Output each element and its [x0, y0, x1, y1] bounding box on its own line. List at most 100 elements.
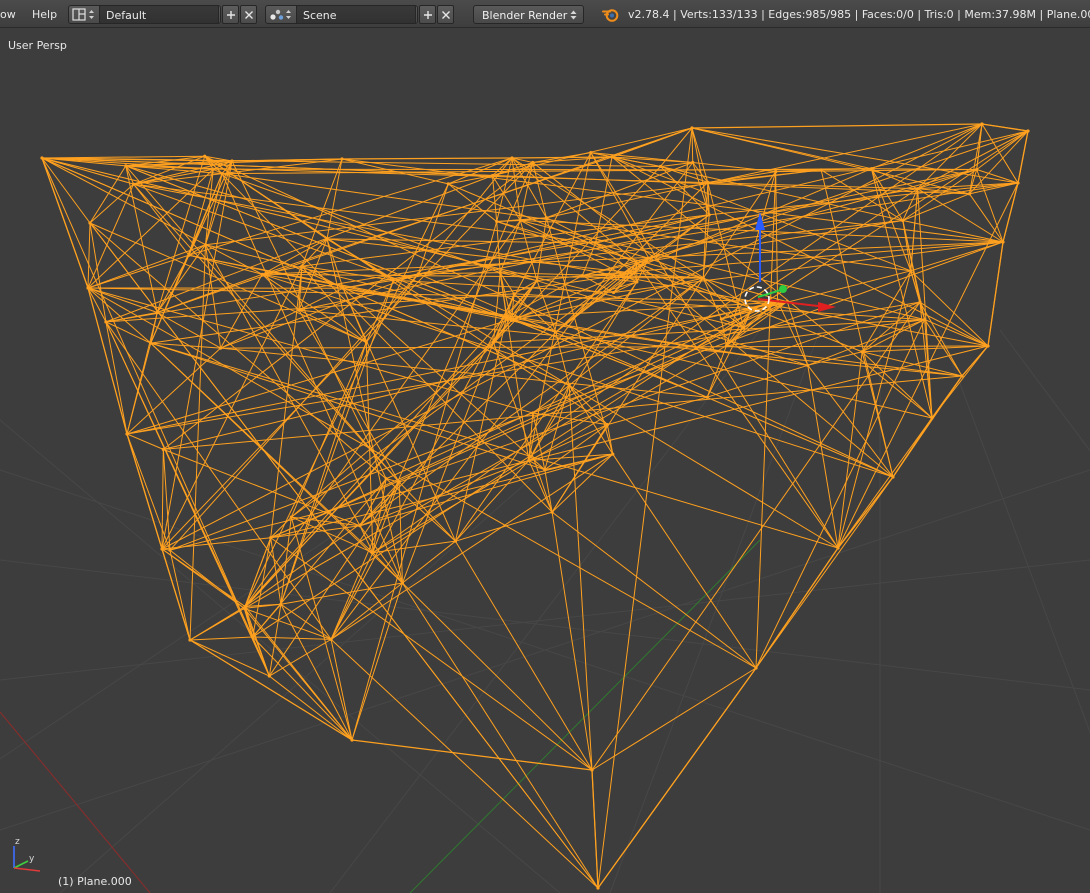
mesh-edge	[280, 604, 353, 741]
mesh-vertex	[719, 317, 723, 321]
mesh-vertex	[512, 292, 516, 296]
mesh-vertex	[554, 330, 558, 334]
mesh-edge	[341, 157, 513, 160]
mesh-edge	[861, 351, 933, 419]
screen-layout-name-field[interactable]: Default	[99, 5, 219, 24]
mesh-edge	[755, 319, 926, 669]
mesh-edge	[837, 351, 863, 549]
mesh-edge	[455, 511, 553, 542]
mesh-edge	[326, 238, 839, 549]
render-engine-label: Blender Render	[482, 9, 568, 22]
mesh-vertex	[211, 167, 215, 171]
mesh-edge	[755, 476, 894, 669]
mesh-vertex	[40, 156, 44, 160]
menu-help[interactable]: Help	[32, 8, 57, 21]
mesh-vertex	[1026, 129, 1030, 133]
mesh-edge	[532, 241, 1004, 414]
mesh-vertex	[960, 374, 964, 378]
mesh-edge	[87, 222, 91, 289]
mesh-vertex	[230, 159, 234, 163]
mesh-vertex	[160, 547, 164, 551]
mesh-edge	[551, 512, 593, 771]
mesh-vertex	[269, 536, 273, 540]
mesh-edge	[87, 287, 757, 669]
mesh-vertex	[707, 213, 711, 217]
blender-logo-icon[interactable]	[602, 7, 620, 22]
mesh-edge	[270, 537, 593, 771]
mesh-vertex	[593, 241, 598, 245]
mesh-edge	[330, 453, 614, 640]
mesh-vertex	[836, 546, 840, 550]
mesh-vertex	[124, 164, 128, 168]
delete-screen-button[interactable]	[240, 5, 257, 24]
mesh-edge	[87, 287, 158, 314]
mesh-edge	[597, 667, 757, 889]
mesh-edge	[613, 241, 1004, 294]
mesh-vertex	[691, 160, 695, 165]
mesh-edge	[775, 171, 779, 302]
grid-line	[59, 329, 701, 893]
mesh-edge	[270, 516, 292, 539]
mesh-edge	[351, 582, 403, 741]
add-scene-button[interactable]	[419, 5, 436, 24]
mesh-vertex	[742, 326, 746, 330]
mesh-edge	[41, 157, 270, 677]
mesh-edge	[837, 270, 912, 549]
mesh-edge	[393, 130, 1029, 281]
mesh-edge	[105, 321, 332, 640]
mesh-edge	[931, 375, 963, 419]
mesh-vertex	[635, 261, 639, 265]
scene-icon[interactable]	[266, 6, 297, 23]
mesh-vertex	[504, 315, 509, 319]
mesh-edge	[169, 412, 534, 551]
mesh-vertex	[391, 278, 396, 282]
info-header: ow Help Default Scene Blender Render v2.…	[0, 0, 1090, 28]
mesh-vertex	[590, 768, 594, 772]
mesh-edge	[455, 460, 530, 542]
wireframe-mesh[interactable]	[40, 122, 1030, 890]
mesh-vertex	[446, 182, 450, 186]
delete-scene-button[interactable]	[437, 5, 454, 24]
mesh-vertex	[341, 286, 345, 290]
mesh-vertex	[580, 273, 584, 278]
mesh-vertex	[203, 243, 208, 247]
mesh-vertex	[923, 317, 927, 322]
mesh-edge	[252, 636, 332, 640]
manipulator-y-handle[interactable]	[779, 285, 787, 293]
scene-name-field[interactable]: Scene	[296, 5, 416, 24]
screen-layout-icon[interactable]	[69, 6, 100, 23]
axis-widget-z: z	[15, 837, 20, 847]
mesh-vertex	[632, 271, 637, 275]
mesh-edge	[691, 127, 970, 195]
viewport-view-name: User Persp	[8, 39, 67, 52]
mesh-edge	[269, 638, 332, 677]
render-engine-dropdown[interactable]: Blender Render	[473, 5, 584, 24]
mesh-vertex	[819, 168, 823, 172]
mesh-vertex	[400, 581, 405, 585]
active-object-label: (1) Plane.000	[58, 875, 132, 888]
mesh-vertex	[187, 253, 191, 257]
mesh-vertex	[543, 468, 547, 472]
mesh-vertex	[647, 256, 651, 260]
add-screen-button[interactable]	[222, 5, 239, 24]
mesh-vertex	[218, 346, 223, 350]
mesh-edge	[976, 169, 1004, 243]
mesh-edge	[189, 639, 353, 741]
mesh-edge	[280, 342, 367, 605]
mesh-vertex	[535, 279, 539, 283]
plus-icon	[424, 11, 432, 19]
mesh-vertex	[188, 638, 192, 642]
mesh-edge	[591, 769, 599, 889]
mesh-edge	[133, 183, 190, 256]
mesh-vertex	[325, 237, 329, 241]
mesh-edge	[133, 183, 400, 483]
mesh-edge	[126, 433, 164, 450]
mesh-edge	[270, 453, 613, 539]
mesh-vertex	[635, 280, 639, 284]
mesh-edge	[161, 449, 164, 550]
mesh-vertex	[909, 269, 913, 273]
menu-window-partial[interactable]: ow	[0, 8, 16, 21]
mesh-edge	[105, 321, 128, 435]
mesh-edge	[105, 321, 270, 677]
3d-viewport[interactable]	[0, 28, 1090, 893]
